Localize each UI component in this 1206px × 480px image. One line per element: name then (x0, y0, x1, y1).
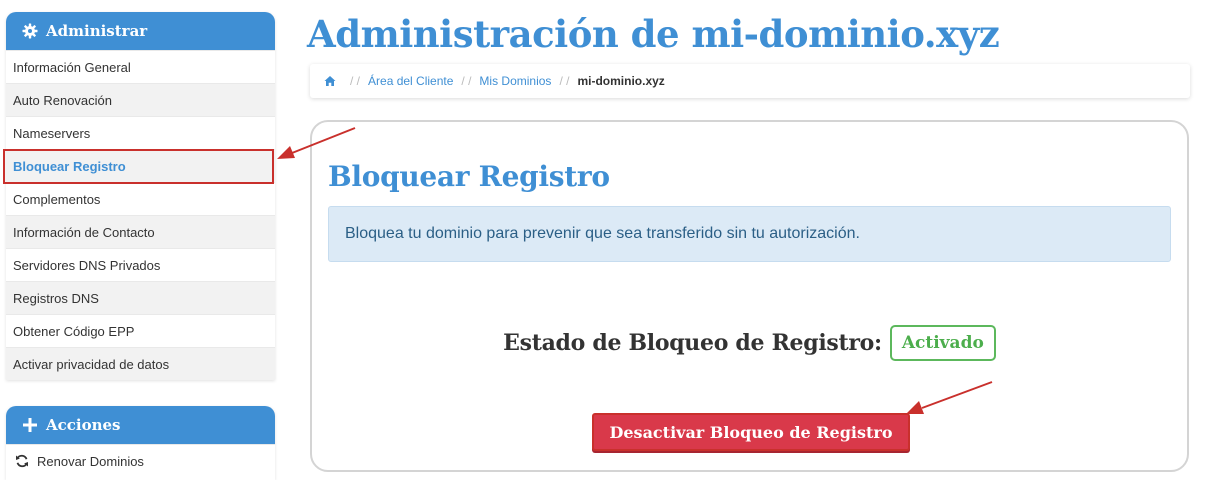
sidebar-admin-header: Administrar (6, 12, 275, 50)
status-badge: Activado (889, 325, 996, 361)
breadcrumb-link-mis-dominios[interactable]: Mis Dominios (479, 74, 551, 88)
sidebar-item-label: Complementos (13, 191, 101, 207)
sidebar-item-renovar-dominios[interactable]: Renovar Dominios (6, 444, 275, 477)
card-title: Bloquear Registro (328, 160, 610, 193)
sidebar-item-registros-dns[interactable]: Registros DNS (6, 281, 275, 314)
sidebar-item-informacion-contacto[interactable]: Información de Contacto (6, 215, 275, 248)
breadcrumb-current: mi-dominio.xyz (577, 74, 665, 88)
sidebar-actions-panel: Acciones Renovar Dominios (6, 406, 275, 480)
info-alert-text: Bloquea tu dominio para prevenir que sea… (345, 225, 860, 242)
sidebar-item-activar-privacidad[interactable]: Activar privacidad de datos (6, 347, 275, 380)
sidebar-item-label: Servidores DNS Privados (13, 257, 161, 273)
sidebar-item-obtener-codigo-epp[interactable]: Obtener Código EPP (6, 314, 275, 347)
gear-icon (22, 23, 38, 39)
sidebar-item-nameservers[interactable]: Nameservers (6, 116, 275, 149)
sidebar-item-label: Información de Contacto (13, 224, 155, 240)
sidebar-item-label: Renovar Dominios (37, 453, 144, 469)
sidebar-item-label: Registros DNS (13, 290, 99, 306)
sidebar-item-informacion-general[interactable]: Información General (6, 50, 275, 83)
registrar-lock-card: Bloquear Registro Bloquea tu dominio par… (310, 120, 1189, 472)
sidebar-admin-list: Información General Auto Renovación Name… (6, 50, 275, 380)
breadcrumb-link-area-cliente[interactable]: Área del Cliente (368, 74, 453, 88)
sidebar-item-label: Obtener Código EPP (13, 323, 135, 339)
sidebar-item-label: Auto Renovación (13, 92, 113, 108)
breadcrumb-separator: / / (559, 74, 570, 88)
sidebar-item-label: Activar privacidad de datos (13, 356, 170, 372)
sidebar-actions-header: Acciones (6, 406, 275, 444)
sidebar-item-complementos[interactable]: Complementos (6, 182, 275, 215)
breadcrumb: / / Área del Cliente / / Mis Dominios / … (310, 64, 1190, 98)
sidebar-item-label: Nameservers (13, 125, 91, 141)
lock-status-label: Estado de Bloqueo de Registro: (503, 330, 882, 356)
deactivate-lock-button[interactable]: Desactivar Bloqueo de Registro (592, 413, 910, 451)
sidebar-actions-list: Renovar Dominios (6, 444, 275, 477)
annotation-highlight-box (3, 149, 274, 184)
sidebar-actions-title: Acciones (46, 416, 121, 434)
sidebar-item-auto-renovacion[interactable]: Auto Renovación (6, 83, 275, 116)
info-alert: Bloquea tu dominio para prevenir que sea… (328, 206, 1171, 262)
breadcrumb-separator: / / (461, 74, 472, 88)
sidebar-admin-panel: Administrar Información General Auto Ren… (6, 12, 275, 380)
home-icon[interactable] (324, 75, 336, 87)
sidebar-admin-title: Administrar (46, 22, 148, 40)
refresh-icon (15, 454, 29, 468)
page-title: Administración de mi-dominio.xyz (307, 12, 1000, 56)
sidebar-item-label: Información General (13, 59, 131, 75)
breadcrumb-separator: / / (350, 74, 361, 88)
plus-icon (22, 417, 38, 433)
lock-status-row: Estado de Bloqueo de Registro: Activado (312, 325, 1187, 361)
sidebar-item-servidores-dns-privados[interactable]: Servidores DNS Privados (6, 248, 275, 281)
